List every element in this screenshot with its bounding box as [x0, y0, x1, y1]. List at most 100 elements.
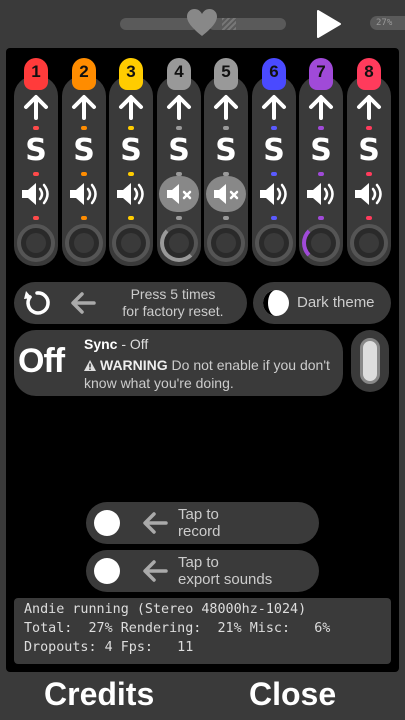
arrow-up-icon[interactable] — [70, 94, 98, 120]
speaker-muted-icon[interactable] — [159, 176, 199, 212]
channel-number-badge[interactable]: 7 — [309, 58, 333, 90]
play-icon[interactable] — [312, 8, 344, 40]
arrow-up-icon[interactable] — [22, 94, 50, 120]
export-line-1: Tap to — [178, 554, 219, 571]
knob-center — [169, 233, 189, 253]
solo-indicator-dot — [366, 172, 372, 176]
channel-4: 4S — [157, 54, 201, 266]
channel-number-badge[interactable]: 3 — [119, 58, 143, 90]
solo-button[interactable]: S — [117, 136, 145, 166]
speaker-icon[interactable] — [303, 178, 339, 210]
arrow-up-icon[interactable] — [212, 94, 240, 120]
pitch-indicator-dot — [176, 126, 182, 130]
channel-number: 5 — [221, 62, 231, 81]
channel-knob[interactable] — [350, 224, 388, 262]
export-sounds-button[interactable]: Tap to export sounds — [86, 550, 319, 592]
channel-knob[interactable] — [302, 224, 340, 262]
stats-line-2: Total: 27% Rendering: 21% Misc: 6% — [24, 621, 331, 636]
channel-knob[interactable] — [112, 224, 150, 262]
knob-center — [121, 233, 141, 253]
solo-button[interactable]: S — [355, 136, 383, 166]
volume-indicator-dot — [366, 216, 372, 220]
solo-indicator-dot — [271, 172, 277, 176]
arrow-up-icon[interactable] — [307, 94, 335, 120]
sync-title-suffix: - Off — [117, 336, 149, 352]
channel-number-badge[interactable]: 4 — [167, 58, 191, 90]
channel-number-badge[interactable]: 2 — [72, 58, 96, 90]
export-circle-icon — [94, 558, 120, 584]
stats-line-1: Andie running (Stereo 48000hz-1024) — [24, 602, 307, 617]
reset-line-1: Press 5 times — [130, 286, 216, 302]
channel-8: 8S — [347, 54, 391, 266]
channel-knob[interactable] — [160, 224, 198, 262]
channel-number: 3 — [126, 62, 136, 81]
volume-indicator-dot — [128, 216, 134, 220]
volume-indicator-dot — [223, 216, 229, 220]
heart-icon[interactable] — [186, 8, 218, 38]
knob-center — [216, 233, 236, 253]
record-button[interactable]: Tap to record — [86, 502, 319, 544]
arrow-up-icon[interactable] — [260, 94, 288, 120]
channel-knob[interactable] — [255, 224, 293, 262]
volume-indicator-dot — [176, 216, 182, 220]
volume-indicator-dot — [81, 216, 87, 220]
channel-number: 4 — [174, 62, 184, 81]
credits-button[interactable]: Credits — [44, 676, 154, 713]
export-text: Tap to export sounds — [178, 554, 272, 588]
pitch-indicator-dot — [223, 126, 229, 130]
knob-center — [311, 233, 331, 253]
reset-icon — [24, 291, 50, 315]
speaker-icon[interactable] — [18, 178, 54, 210]
channel-5: 5S — [204, 54, 248, 266]
close-button[interactable]: Close — [249, 676, 336, 713]
arrow-up-icon[interactable] — [355, 94, 383, 120]
main-panel: 1S2S3S4S5S6S7S8S Press 5 times for facto… — [6, 48, 399, 672]
solo-button[interactable]: S — [307, 136, 335, 166]
channel-7: 7S — [299, 54, 343, 266]
sync-toggle[interactable] — [351, 330, 389, 392]
knob-center — [74, 233, 94, 253]
channel-number-badge[interactable]: 8 — [357, 58, 381, 90]
dark-theme-label: Dark theme — [297, 294, 375, 311]
speaker-icon[interactable] — [256, 178, 292, 210]
arrow-up-icon[interactable] — [165, 94, 193, 120]
speaker-muted-icon[interactable] — [206, 176, 246, 212]
sync-panel: Off Sync - Off WARNING Do not enable if … — [14, 330, 343, 396]
pitch-indicator-dot — [366, 126, 372, 130]
solo-button[interactable]: S — [22, 136, 50, 166]
solo-button[interactable]: S — [212, 136, 240, 166]
channel-1: 1S — [14, 54, 58, 266]
solo-button[interactable]: S — [165, 136, 193, 166]
solo-indicator-dot — [128, 172, 134, 176]
pitch-indicator-dot — [81, 126, 87, 130]
solo-button[interactable]: S — [70, 136, 98, 166]
speaker-icon[interactable] — [66, 178, 102, 210]
channel-knob[interactable] — [207, 224, 245, 262]
bottom-bar: Credits Close — [0, 672, 405, 720]
cpu-indicator: 27% — [370, 16, 405, 30]
channel-number-badge[interactable]: 5 — [214, 58, 238, 90]
volume-slider-right[interactable] — [208, 18, 286, 30]
top-bar: 27% — [0, 0, 405, 48]
sync-title-label: Sync — [84, 336, 118, 352]
volume-indicator-dot — [33, 216, 39, 220]
warning-icon — [84, 360, 96, 371]
channel-number-badge[interactable]: 1 — [24, 58, 48, 90]
sync-toggle-knob[interactable] — [360, 338, 380, 384]
channel-knob[interactable] — [65, 224, 103, 262]
channel-number: 6 — [269, 62, 279, 81]
factory-reset-button[interactable]: Press 5 times for factory reset. — [14, 282, 247, 324]
arrow-up-icon[interactable] — [117, 94, 145, 120]
solo-button[interactable]: S — [260, 136, 288, 166]
moon-icon — [263, 290, 289, 316]
pitch-indicator-dot — [271, 126, 277, 130]
knob-center — [26, 233, 46, 253]
channel-knob[interactable] — [17, 224, 55, 262]
volume-indicator-dot — [271, 216, 277, 220]
dark-theme-button[interactable]: Dark theme — [253, 282, 391, 324]
speaker-icon[interactable] — [113, 178, 149, 210]
channel-3: 3S — [109, 54, 153, 266]
channel-number-badge[interactable]: 6 — [262, 58, 286, 90]
channel-6: 6S — [252, 54, 296, 266]
speaker-icon[interactable] — [351, 178, 387, 210]
